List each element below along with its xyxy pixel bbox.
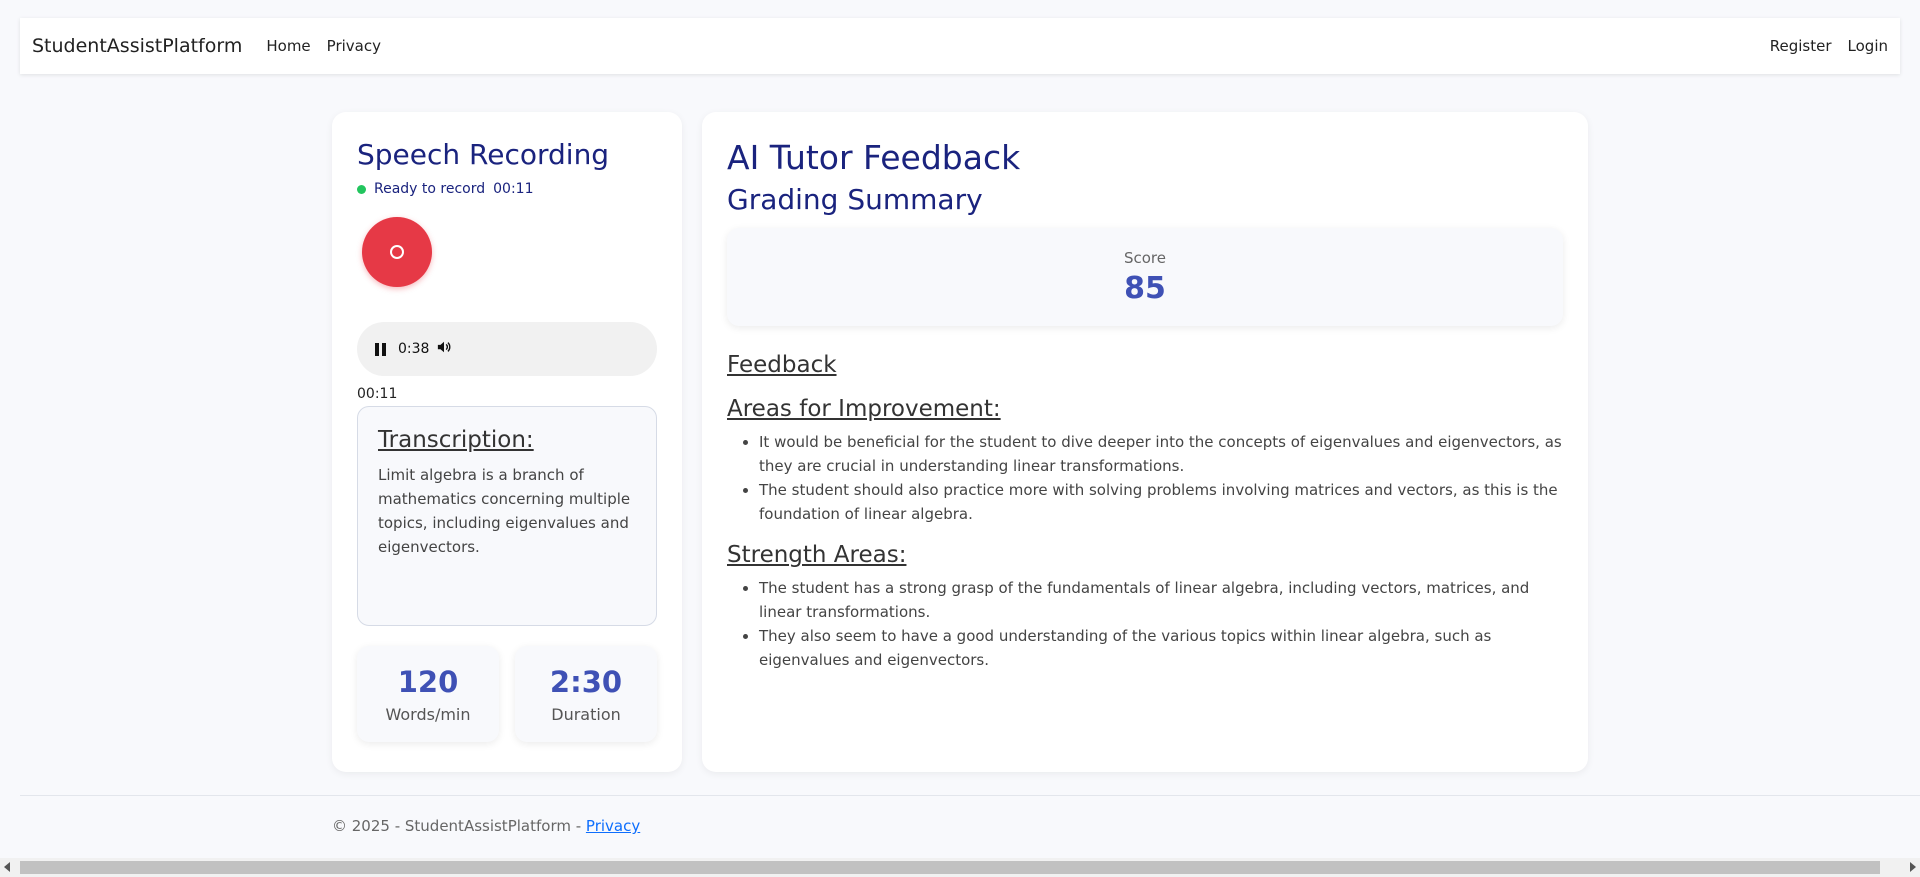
- login-link[interactable]: Login: [1848, 37, 1888, 55]
- volume-icon[interactable]: [437, 340, 451, 358]
- player-time: 0:38: [398, 341, 430, 357]
- score-value: 85: [1124, 270, 1166, 306]
- feedback-title: AI Tutor Feedback: [727, 138, 1021, 177]
- strength-heading: Strength Areas:: [727, 542, 907, 568]
- horizontal-scrollbar[interactable]: [0, 858, 1920, 877]
- list-item: The student should also practice more wi…: [759, 478, 1563, 526]
- list-item: They also seem to have a good understand…: [759, 624, 1563, 672]
- pause-icon[interactable]: [375, 342, 386, 356]
- footer-privacy-link[interactable]: Privacy: [586, 817, 640, 835]
- record-button[interactable]: [362, 217, 432, 287]
- nav-home-link[interactable]: Home: [266, 37, 310, 55]
- register-link[interactable]: Register: [1770, 37, 1832, 55]
- transcription-box: Transcription: Limit algebra is a branch…: [357, 406, 657, 626]
- footer-copyright: © 2025 - StudentAssistPlatform -: [332, 817, 586, 835]
- nav-privacy-link[interactable]: Privacy: [327, 37, 381, 55]
- ai-feedback-card: AI Tutor Feedback Grading Summary Score …: [702, 112, 1588, 772]
- stat-value: 120: [397, 664, 459, 699]
- words-per-minute-card: 120 Words/min: [357, 646, 499, 742]
- status-dot-icon: [357, 184, 366, 194]
- footer: © 2025 - StudentAssistPlatform - Privacy: [332, 817, 640, 835]
- scroll-left-icon[interactable]: [4, 862, 10, 872]
- feedback-heading: Feedback: [727, 352, 837, 378]
- navbar: StudentAssistPlatform Home Privacy Regis…: [20, 18, 1900, 74]
- nav-right: Register Login: [1754, 37, 1888, 55]
- duration-card: 2:30 Duration: [515, 646, 657, 742]
- improvement-list: It would be beneficial for the student t…: [727, 430, 1563, 526]
- status-timer: 00:11: [493, 181, 534, 197]
- status-text: Ready to record: [374, 181, 486, 197]
- recording-title: Speech Recording: [357, 138, 610, 171]
- list-item: The student has a strong grasp of the fu…: [759, 576, 1563, 624]
- strength-list: The student has a strong grasp of the fu…: [727, 576, 1563, 672]
- speech-recording-card: Speech Recording Ready to record 00:11 0…: [332, 112, 682, 772]
- record-icon: [390, 245, 404, 259]
- audio-player: 0:38: [357, 322, 657, 376]
- brand-link[interactable]: StudentAssistPlatform: [32, 35, 242, 57]
- recording-status: Ready to record 00:11: [357, 181, 657, 197]
- footer-divider: [20, 795, 1920, 796]
- score-box: Score 85: [727, 228, 1563, 326]
- transcription-text: Limit algebra is a branch of mathematics…: [378, 466, 631, 556]
- improvement-heading: Areas for Improvement:: [727, 396, 1001, 422]
- list-item: It would be beneficial for the student t…: [759, 430, 1563, 478]
- grading-summary-title: Grading Summary: [727, 183, 983, 216]
- stats-row: 120 Words/min 2:30 Duration: [357, 646, 657, 742]
- stat-label: Duration: [551, 704, 621, 724]
- score-label: Score: [1123, 248, 1166, 267]
- stat-label: Words/min: [385, 704, 471, 724]
- elapsed-time: 00:11: [357, 386, 398, 402]
- stat-value: 2:30: [549, 664, 623, 699]
- scrollbar-thumb[interactable]: [20, 861, 1880, 874]
- scroll-right-icon[interactable]: [1910, 862, 1916, 872]
- transcription-title: Transcription:: [378, 427, 534, 453]
